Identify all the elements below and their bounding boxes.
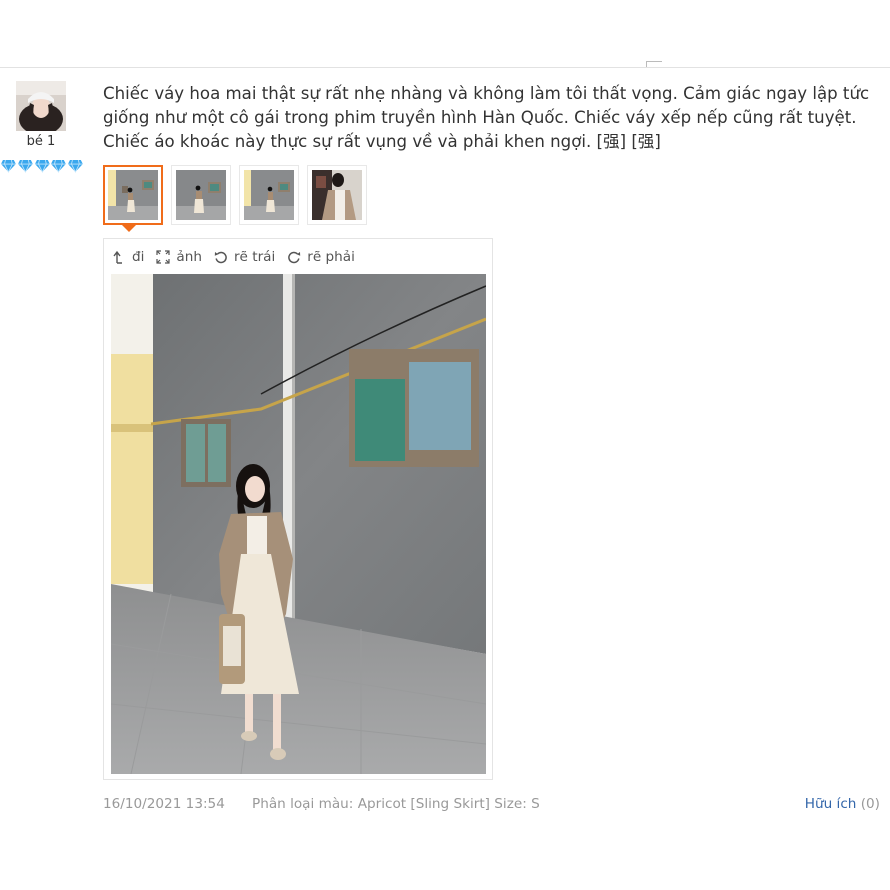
diamond-icon <box>0 159 16 173</box>
rotate-left-icon <box>214 251 227 264</box>
user-rank <box>0 157 84 175</box>
rotate-right-icon <box>288 251 301 264</box>
helpful-vote: Hữu ích (0) <box>805 796 880 812</box>
review-footer: 16/10/2021 13:54 Phân loại màu: Apricot … <box>103 796 880 816</box>
view-original-label: ảnh <box>176 249 202 265</box>
product-variant: Phân loại màu: Apricot [Sling Skirt] Siz… <box>252 796 540 812</box>
rotate-left-label: rẽ trái <box>233 249 276 265</box>
collapse-label: đi <box>132 249 145 265</box>
diamond-icon <box>51 159 67 173</box>
thumbnail-1[interactable] <box>103 165 163 225</box>
collapse-button[interactable]: đi <box>112 249 144 265</box>
diamond-icon <box>68 159 83 173</box>
top-divider <box>0 67 890 68</box>
selected-thumbnail-pointer <box>121 224 137 232</box>
image-viewer: đi ảnh rẽ trái rẽ phải <box>103 238 493 780</box>
expand-icon <box>156 250 171 264</box>
diamond-icon <box>17 159 33 173</box>
avatar[interactable] <box>16 81 66 131</box>
top-corner-mark <box>646 61 662 67</box>
review-date: 16/10/2021 13:54 <box>103 796 225 812</box>
thumbnail-2[interactable] <box>171 165 231 225</box>
thumbnail-4[interactable] <box>307 165 367 225</box>
viewer-toolbar: đi ảnh rẽ trái rẽ phải <box>112 247 367 267</box>
rotate-right-button[interactable]: rẽ phải <box>287 249 355 265</box>
thumbnail-3[interactable] <box>239 165 299 225</box>
username: bé 1 <box>26 134 56 149</box>
view-original-button[interactable]: ảnh <box>156 249 202 265</box>
collapse-arrow-icon <box>113 250 122 264</box>
thumbnail-strip <box>103 165 375 225</box>
review-photo[interactable] <box>111 274 486 774</box>
diamond-icon <box>34 159 50 173</box>
helpful-count: (0) <box>860 796 880 812</box>
review-text: Chiếc váy hoa mai thật sự rất nhẹ nhàng … <box>103 84 870 151</box>
rotate-right-label: rẽ phải <box>307 249 355 265</box>
helpful-button[interactable]: Hữu ích <box>805 796 857 812</box>
rotate-left-button[interactable]: rẽ trái <box>214 249 275 265</box>
